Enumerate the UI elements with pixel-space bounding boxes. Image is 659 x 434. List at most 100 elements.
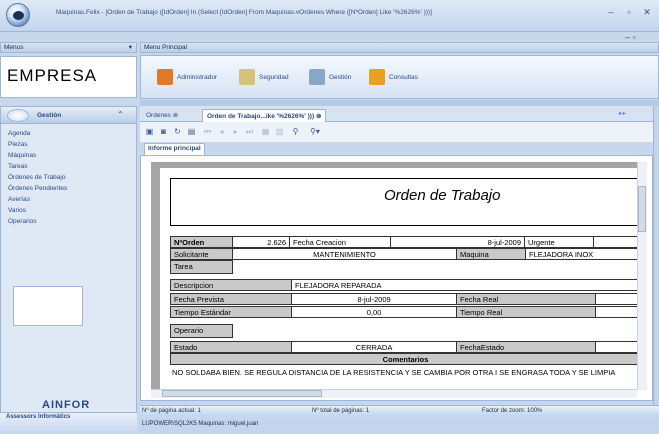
fecha-real-value: [595, 293, 641, 305]
tab-ordenes-label: Ordenes: [146, 112, 171, 119]
report-tab-main[interactable]: Informe principal: [144, 143, 205, 155]
total-pages-status: Nº total de páginas: 1: [312, 408, 370, 414]
tiempo-estandar-label: Tiempo Estándar: [170, 306, 292, 318]
tab-scroll-arrows-icon[interactable]: ◂ ▸: [618, 110, 626, 117]
report-status-bar: Nº de página actual: 1 Nº total de págin…: [140, 405, 659, 416]
vertical-scroll-thumb[interactable]: [638, 186, 646, 232]
ribbon: Administrador Seguridad Gestión Consulta…: [140, 55, 659, 99]
ainfor-logo: AINFOR: [42, 399, 91, 411]
nav-item-averias[interactable]: Averías: [8, 196, 30, 203]
administrador-label: Administrador: [177, 73, 218, 81]
connection-status: LUPOWER\SQL2K5 Maquinas: miguel.juan: [142, 421, 259, 427]
company-logo-box: EMPRESA: [0, 56, 137, 98]
fecha-estado-value: [595, 341, 641, 353]
nav-item-ordenes-pendientes[interactable]: Órdenes Pendientes: [8, 185, 67, 192]
estado-label: Estado: [170, 341, 292, 353]
solicitante-label: Solicitante: [170, 248, 233, 260]
print-preview-icon[interactable]: ◙: [158, 126, 169, 137]
solicitante-value: MANTENIMIENTO: [232, 248, 457, 260]
collapse-chevron-icon[interactable]: ⌃: [117, 110, 124, 119]
close-tab-icon[interactable]: ⊗: [173, 112, 178, 119]
norden-label: NºOrden: [170, 236, 233, 248]
pin-icon[interactable]: ▾: [129, 43, 132, 52]
administrador-button[interactable]: Administrador: [157, 67, 217, 87]
first-page-icon[interactable]: ⏮: [202, 126, 213, 137]
last-page-icon[interactable]: ⏭: [244, 126, 255, 137]
print-icon[interactable]: ▣: [144, 126, 155, 137]
maquina-value: FLEJADORA INOX: [525, 248, 641, 260]
layout-icon[interactable]: ▥: [274, 126, 285, 137]
maquina-label: Maquina: [456, 248, 526, 260]
operario-label: Operario: [170, 324, 233, 338]
find-icon[interactable]: ⚲: [290, 126, 301, 137]
tiempo-real-value: [595, 306, 641, 318]
nav-item-varios[interactable]: Varios: [8, 207, 26, 214]
estado-value: CERRADA: [291, 341, 457, 353]
gestion-group-icon: [7, 109, 29, 122]
seguridad-label: Seguridad: [259, 73, 289, 81]
admin-icon: [157, 69, 173, 85]
report-title: Orden de Trabajo: [384, 187, 501, 204]
fecha-real-label: Fecha Real: [456, 293, 596, 305]
security-icon: [239, 69, 255, 85]
consultas-button[interactable]: Consultas: [369, 67, 418, 87]
tab-orden-trabajo-label: Orden de Trabajo...ike '%2626%' ))): [207, 113, 315, 120]
left-image-placeholder: [13, 286, 83, 326]
gestion-icon: [309, 69, 325, 85]
right-side-panel: [653, 106, 659, 414]
next-page-icon[interactable]: ▸: [230, 126, 241, 137]
fecha-prevista-label: Fecha Prevista: [170, 293, 292, 305]
nav-item-ordenes-trabajo[interactable]: Órdenes de Trabajo: [8, 174, 65, 181]
urgente-value: [593, 236, 641, 248]
consultas-label: Consultas: [389, 73, 418, 81]
tiempo-estandar-value: 0,00: [291, 306, 457, 318]
fecha-creacion-label: Fecha Creacion: [289, 236, 391, 248]
maximize-icon[interactable]: ▫: [623, 6, 635, 18]
fecha-prevista-value: 8-jul-2009: [291, 293, 457, 305]
consultas-icon: [369, 69, 385, 85]
refresh-icon[interactable]: ↻: [172, 126, 183, 137]
descripcion-value: FLEJADORA REPARADA: [291, 279, 641, 291]
export-icon[interactable]: ▤: [186, 126, 197, 137]
app-status-bar: LUPOWER\SQL2K5 Maquinas: miguel.juan: [140, 418, 659, 434]
gestion-button[interactable]: Gestión: [309, 67, 351, 87]
app-menu-orb-icon[interactable]: [6, 3, 30, 27]
gestion-group-header[interactable]: Gestión ⌃: [0, 106, 137, 124]
minimize-icon[interactable]: –: [605, 6, 617, 18]
document-tab-strip: Ordenes ⊗ Orden de Trabajo...ike '%2626%…: [140, 106, 653, 122]
page-setup-icon[interactable]: ▦: [260, 126, 271, 137]
nav-item-operarios[interactable]: Operarios: [8, 218, 37, 225]
gestion-label: Gestión: [329, 73, 352, 81]
comentarios-label: Comentarios: [170, 353, 641, 365]
ribbon-header: Menu Principal: [140, 42, 659, 53]
fecha-creacion-value: 8-jul-2009: [390, 236, 525, 248]
tab-ordenes[interactable]: Ordenes ⊗: [142, 109, 182, 122]
mdi-controls[interactable]: – ▫: [625, 32, 636, 42]
norden-value: 2.626: [232, 236, 290, 248]
gestion-group-label: Gestión: [37, 112, 62, 119]
seguridad-button[interactable]: Seguridad: [239, 67, 289, 87]
window-title: Maquinas.Felix - [Orden de Trabajo ([IdO…: [56, 9, 432, 16]
left-nav-list: Agenda Piezas Máquinas Tareas Órdenes de…: [0, 124, 137, 414]
descripcion-label: Descripcion: [170, 279, 292, 291]
prev-page-icon[interactable]: ◂: [216, 126, 227, 137]
nav-item-tareas[interactable]: Tareas: [8, 163, 28, 170]
fecha-estado-label: FechaEstado: [456, 341, 596, 353]
nav-item-maquinas[interactable]: Máquinas: [8, 152, 36, 159]
tarea-label: Tarea: [170, 260, 233, 274]
nav-item-piezas[interactable]: Piezas: [8, 141, 28, 148]
close-icon[interactable]: ✕: [641, 6, 653, 18]
nav-item-agenda[interactable]: Agenda: [8, 130, 30, 137]
current-page-status: Nº de página actual: 1: [142, 408, 201, 414]
ainfor-tagline: Assessors Informàtics: [6, 414, 71, 420]
urgente-label: Urgente: [524, 236, 594, 248]
horizontal-scroll-thumb[interactable]: [162, 390, 322, 397]
company-logo: EMPRESA: [7, 66, 98, 85]
zoom-dropdown-icon[interactable]: ⚲▾: [306, 126, 324, 137]
menus-header: Menus ▾: [0, 42, 137, 53]
tab-orden-trabajo[interactable]: Orden de Trabajo...ike '%2626%' ))) ⊗: [202, 109, 327, 122]
title-bar: Maquinas.Felix - [Orden de Trabajo ([IdO…: [0, 0, 659, 32]
comentarios-text: NO SOLDABA BIEN. SE REGULA DISTANCIA DE …: [172, 368, 616, 377]
zoom-status: Factor de zoom: 100%: [482, 408, 543, 414]
close-tab-icon[interactable]: ⊗: [316, 113, 321, 120]
